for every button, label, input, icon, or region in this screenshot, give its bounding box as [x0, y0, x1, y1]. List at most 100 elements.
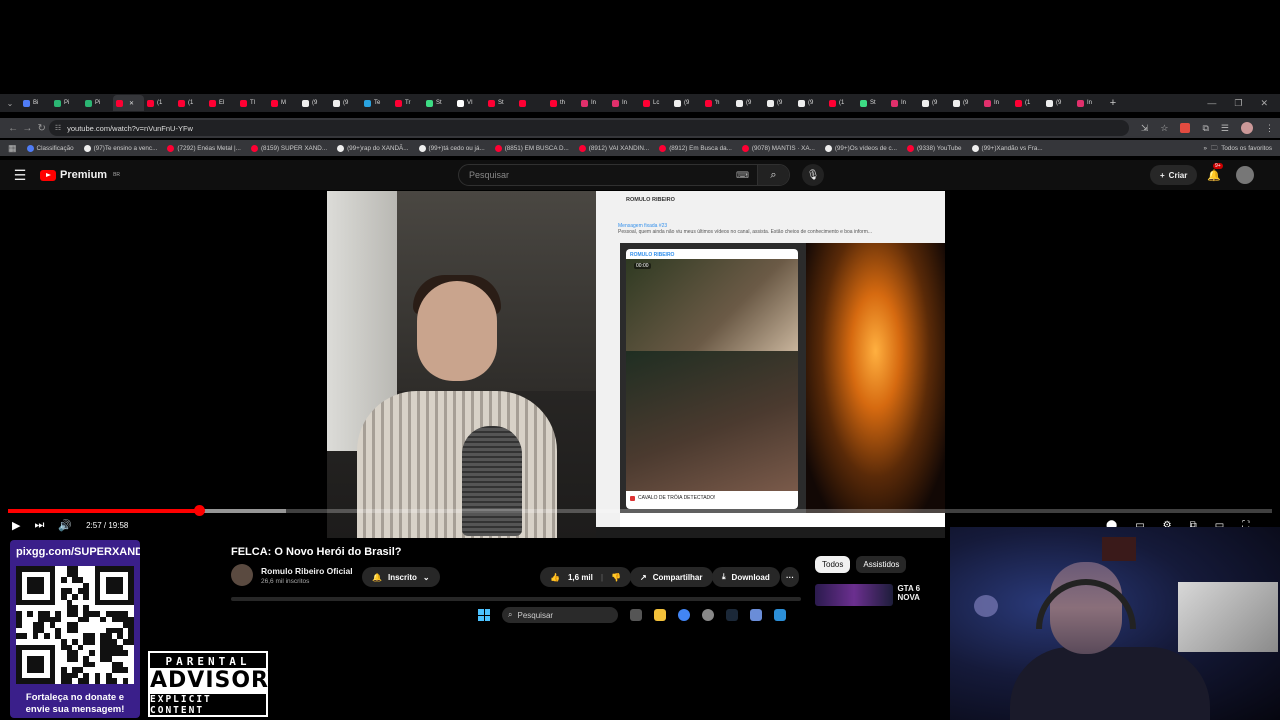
next-icon[interactable]: ⏭: [34, 519, 44, 532]
browser-tab[interactable]: (1: [1012, 95, 1043, 111]
extension-icon[interactable]: [1180, 123, 1191, 133]
menu-icon[interactable]: ☰: [0, 167, 40, 184]
site-info-icon[interactable]: ☷: [55, 124, 61, 132]
browser-menu-icon[interactable]: ⋮: [1265, 123, 1274, 134]
browser-tab[interactable]: (1: [144, 95, 175, 111]
browser-tab[interactable]: Lc: [640, 95, 671, 111]
browser-tab[interactable]: In: [981, 95, 1012, 111]
browser-tab[interactable]: (1: [826, 95, 857, 111]
browser-tab[interactable]: Pi: [51, 95, 82, 111]
volume-icon[interactable]: 🔊: [58, 519, 72, 532]
extensions-icon[interactable]: ⧉: [1202, 123, 1208, 134]
bookmark-item[interactable]: (9078) MANTIS · XA...: [741, 144, 815, 152]
bookmark-item[interactable]: (9338) YouTube: [906, 144, 962, 152]
browser-tab[interactable]: St: [857, 95, 888, 111]
description-box[interactable]: [231, 597, 801, 601]
apps-icon[interactable]: ▦: [8, 143, 17, 154]
browser-tab[interactable]: El: [206, 95, 237, 111]
address-bar[interactable]: ☷ youtube.com/watch?v=nVunFnU-YFw: [48, 120, 1129, 136]
browser-tab[interactable]: In: [609, 95, 640, 111]
browser-tab[interactable]: (9: [671, 95, 702, 111]
bookmark-item[interactable]: (99+)Xandão vs Fra...: [971, 144, 1043, 152]
browser-tab[interactable]: (9: [764, 95, 795, 111]
new-tab-button[interactable]: +: [1105, 97, 1121, 109]
install-icon[interactable]: ⇲: [1141, 123, 1149, 134]
share-button[interactable]: ↗ Compartilhar: [630, 567, 713, 587]
recommended-thumbnail[interactable]: [815, 584, 894, 606]
chrome-icon[interactable]: [678, 609, 690, 621]
photos-app-icon[interactable]: [774, 609, 786, 621]
browser-tab[interactable]: (9: [733, 95, 764, 111]
browser-tab[interactable]: St: [423, 95, 454, 111]
browser-tab[interactable]: St: [485, 95, 516, 111]
browser-tab[interactable]: In: [888, 95, 919, 111]
dislike-icon[interactable]: 👎: [611, 573, 621, 582]
subscribed-button[interactable]: 🔔 Inscrito ⌄: [362, 567, 440, 587]
close-window-icon[interactable]: ✕: [1260, 98, 1268, 109]
browser-tab[interactable]: In: [578, 95, 609, 111]
bookmark-item[interactable]: (7292) Enéas Metal |...: [167, 144, 241, 152]
search-box[interactable]: Pesquisar ⌨ ⌕: [458, 164, 790, 186]
browser-tab[interactable]: (1: [175, 95, 206, 111]
bookmark-item[interactable]: (97)Te ensino a venc...: [83, 144, 157, 152]
browser-tab[interactable]: 'h: [702, 95, 733, 111]
chip-watched[interactable]: Assistidos: [856, 556, 907, 573]
browser-tab[interactable]: VI: [454, 95, 485, 111]
channel-avatar[interactable]: [231, 564, 253, 586]
windows-start-icon[interactable]: [478, 609, 490, 621]
chip-all[interactable]: Todos: [815, 556, 851, 573]
browser-tab[interactable]: Tr: [392, 95, 423, 111]
browser-tab[interactable]: (9: [950, 95, 981, 111]
app-icon[interactable]: [702, 609, 714, 621]
back-icon[interactable]: ←: [6, 123, 20, 134]
keyboard-icon[interactable]: ⌨: [736, 170, 749, 181]
windows-search-box[interactable]: ⌕ Pesquisar: [502, 607, 618, 623]
bookmark-item[interactable]: (99+)Os vídeos de c...: [824, 144, 897, 152]
like-count[interactable]: 1,6 mil: [568, 573, 593, 582]
browser-tab[interactable]: Te: [361, 95, 392, 111]
bookmark-item[interactable]: (8851) EM BUSCA D...: [494, 144, 569, 152]
browser-tab[interactable]: M: [268, 95, 299, 111]
like-icon[interactable]: 👍: [550, 573, 560, 582]
bookmark-item[interactable]: (99+)rap do XANDÃ...: [337, 144, 409, 152]
all-bookmarks[interactable]: » 🗀 Todos os favoritos: [1203, 143, 1280, 154]
create-button[interactable]: + Criar: [1150, 165, 1198, 185]
minimize-icon[interactable]: —: [1207, 98, 1216, 109]
bookmark-item[interactable]: (8912) Em Busca da...: [659, 144, 732, 152]
browser-tab[interactable]: (9: [795, 95, 826, 111]
browser-tab[interactable]: In: [1074, 95, 1105, 111]
browser-tab[interactable]: (9: [919, 95, 950, 111]
bookmark-item[interactable]: (8912) VAI XANDIN...: [578, 144, 649, 152]
notifications-bell-icon[interactable]: 🔔 9+: [1207, 162, 1223, 182]
youtube-logo[interactable]: Premium BR: [40, 169, 120, 181]
browser-tab[interactable]: (9: [299, 95, 330, 111]
close-tab-icon[interactable]: ✕: [129, 100, 134, 107]
reading-list-icon[interactable]: ☰: [1221, 123, 1229, 134]
browser-tab[interactable]: Bi: [20, 95, 51, 111]
play-icon[interactable]: ▶: [12, 519, 20, 532]
search-icon[interactable]: ⌕: [757, 165, 789, 185]
profile-avatar[interactable]: [1240, 122, 1253, 134]
browser-tab[interactable]: Pi: [82, 95, 113, 111]
browser-tab[interactable]: (9: [1043, 95, 1074, 111]
bookmark-item[interactable]: (99+)tá cedo ou já...: [418, 144, 485, 152]
recommended-title[interactable]: GTA 6 NOVA: [897, 584, 937, 606]
bookmark-item[interactable]: Classificação: [26, 144, 74, 152]
browser-tab[interactable]: (9: [330, 95, 361, 111]
task-view-icon[interactable]: [630, 609, 642, 621]
browser-tab[interactable]: Tl: [237, 95, 268, 111]
microphone-icon[interactable]: 🎙: [802, 164, 824, 186]
account-avatar[interactable]: [1236, 166, 1254, 184]
more-actions-button[interactable]: ···: [781, 567, 799, 587]
bookmark-star-icon[interactable]: ☆: [1160, 123, 1168, 134]
maximize-icon[interactable]: ❐: [1234, 98, 1242, 109]
tab-search-button[interactable]: ⌄: [0, 94, 20, 112]
browser-tab[interactable]: ✕: [113, 95, 144, 111]
file-explorer-icon[interactable]: [654, 609, 666, 621]
progress-bar[interactable]: [8, 505, 1272, 516]
forward-icon[interactable]: →: [20, 123, 34, 134]
video-player[interactable]: ROMULO RIBEIRO Mensagem fixada #23 Pesso…: [0, 191, 1280, 538]
channel-name[interactable]: Romulo Ribeiro Oficial: [261, 566, 353, 576]
search-input[interactable]: Pesquisar: [469, 170, 509, 180]
bookmark-item[interactable]: (8159) SUPER XAND...: [250, 144, 327, 152]
